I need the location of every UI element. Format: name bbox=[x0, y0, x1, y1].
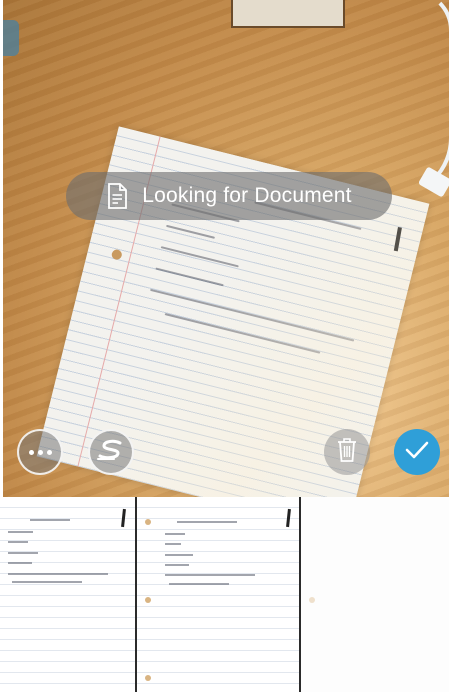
scan-logo-icon bbox=[96, 439, 126, 466]
scanned-page-thumbnail[interactable] bbox=[301, 497, 449, 692]
scanned-page-thumbnail[interactable] bbox=[137, 497, 299, 692]
confirm-button[interactable] bbox=[394, 429, 440, 475]
background-object bbox=[231, 0, 345, 28]
trash-icon bbox=[336, 437, 358, 468]
background-object bbox=[3, 20, 19, 56]
more-button[interactable] bbox=[17, 429, 63, 475]
status-message: Looking for Document bbox=[142, 184, 352, 207]
more-icon bbox=[28, 449, 52, 455]
delete-button[interactable] bbox=[324, 429, 370, 475]
thumbnail-strip[interactable] bbox=[0, 497, 449, 692]
document-icon bbox=[106, 183, 128, 209]
cable bbox=[385, 0, 449, 198]
checkmark-icon bbox=[404, 440, 430, 465]
camera-viewfinder bbox=[3, 0, 449, 497]
scanned-page-thumbnail[interactable] bbox=[0, 497, 135, 692]
status-banner: Looking for Document bbox=[66, 172, 392, 220]
scan-mode-button[interactable] bbox=[88, 429, 134, 475]
